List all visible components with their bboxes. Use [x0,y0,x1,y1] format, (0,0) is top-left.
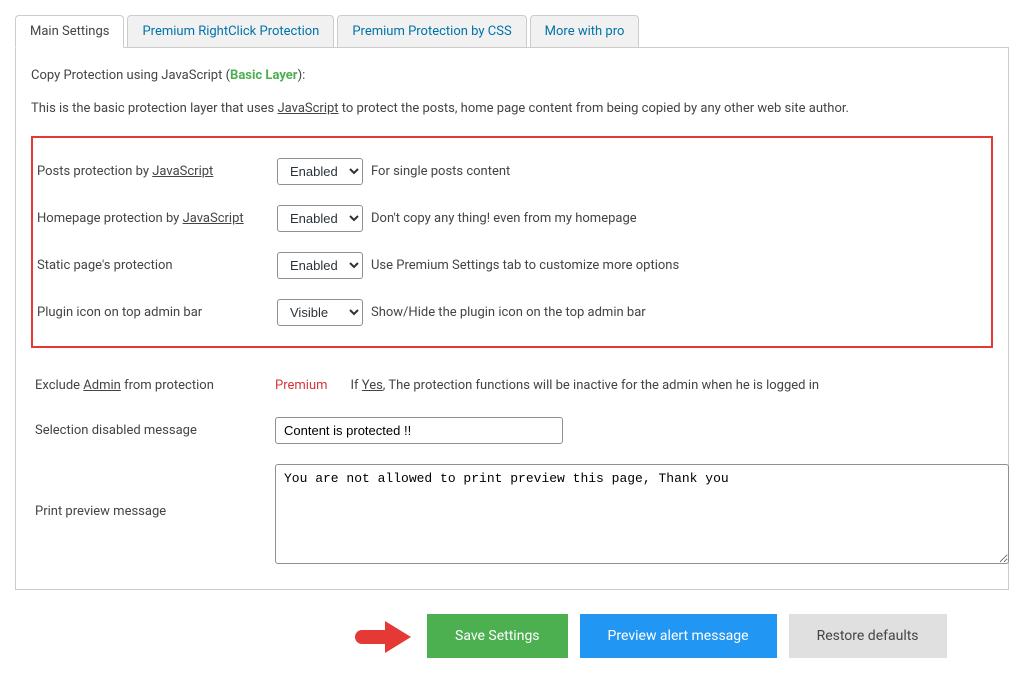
highlighted-settings-box: Posts protection by JavaScript Enabled F… [31,136,993,348]
selection-message-label: Selection disabled message [35,423,275,438]
homepage-protection-select[interactable]: Enabled [277,205,363,232]
section-description: This is the basic protection layer that … [31,101,993,116]
tab-premium-css[interactable]: Premium Protection by CSS [337,15,526,47]
settings-panel: Copy Protection using JavaScript (Basic … [15,48,1009,590]
tab-more-pro[interactable]: More with pro [530,15,640,47]
row-posts-protection: Posts protection by JavaScript Enabled F… [33,148,991,195]
admin-link[interactable]: Admin [83,378,121,393]
javascript-link[interactable]: JavaScript [277,101,338,116]
posts-protection-hint: For single posts content [371,164,510,179]
tab-main-settings[interactable]: Main Settings [15,15,124,48]
print-preview-textarea[interactable] [275,464,1009,564]
basic-layer-label: Basic Layer [230,68,298,83]
section-title: Copy Protection using JavaScript (Basic … [31,68,993,83]
javascript-link[interactable]: JavaScript [152,164,213,179]
plugin-icon-hint: Show/Hide the plugin icon on the top adm… [371,305,646,320]
arrow-icon [355,621,415,651]
tab-premium-rightclick[interactable]: Premium RightClick Protection [127,15,334,47]
row-plugin-icon: Plugin icon on top admin bar Visible Sho… [33,289,991,336]
selection-message-input[interactable] [275,417,563,444]
print-preview-label: Print preview message [35,464,275,519]
preview-alert-button[interactable]: Preview alert message [580,614,777,658]
homepage-protection-hint: Don't copy any thing! even from my homep… [371,211,637,226]
posts-protection-label: Posts protection by JavaScript [37,164,277,179]
homepage-protection-label: Homepage protection by JavaScript [37,211,277,226]
exclude-admin-hint: If Yes, The protection functions will be… [351,378,820,393]
row-exclude-admin: Exclude Admin from protection Premium If… [31,363,993,407]
exclude-admin-label: Exclude Admin from protection [35,378,275,393]
button-bar: Save Settings Preview alert message Rest… [15,614,1009,658]
javascript-link[interactable]: JavaScript [183,211,244,226]
tabs: Main Settings Premium RightClick Protect… [15,15,1009,48]
row-static-protection: Static page's protection Enabled Use Pre… [33,242,991,289]
restore-defaults-button[interactable]: Restore defaults [789,614,947,658]
static-protection-hint: Use Premium Settings tab to customize mo… [371,258,679,273]
row-homepage-protection: Homepage protection by JavaScript Enable… [33,195,991,242]
save-settings-button[interactable]: Save Settings [427,614,568,658]
row-selection-message: Selection disabled message [31,407,993,454]
posts-protection-select[interactable]: Enabled [277,158,363,185]
plugin-icon-select[interactable]: Visible [277,299,363,326]
static-protection-select[interactable]: Enabled [277,252,363,279]
static-protection-label: Static page's protection [37,258,277,273]
premium-tag: Premium [275,378,328,393]
row-print-preview-message: Print preview message [31,454,993,574]
plugin-icon-label: Plugin icon on top admin bar [37,305,277,320]
